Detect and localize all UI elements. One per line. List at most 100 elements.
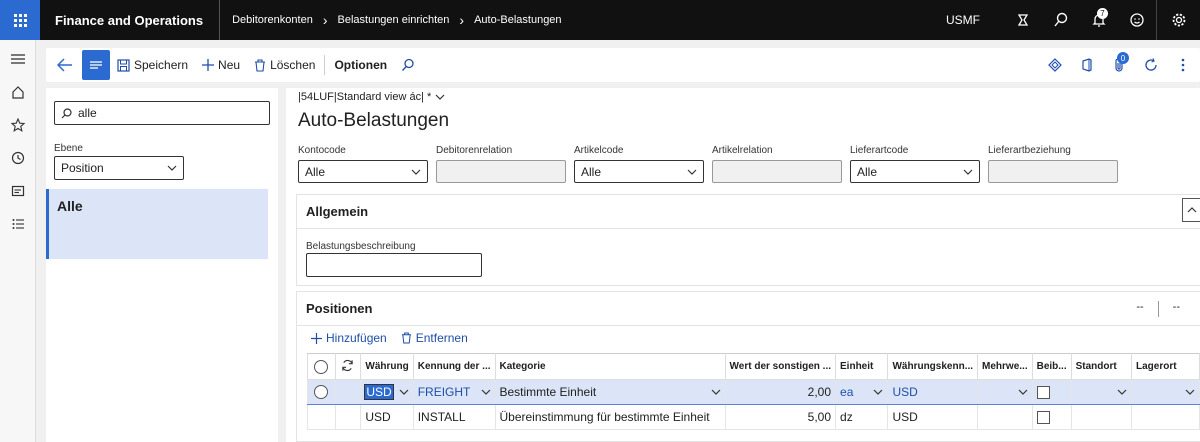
chevron-down-icon xyxy=(167,165,177,171)
breadcrumb-item[interactable]: Debitorenkonten xyxy=(232,14,313,26)
column-header[interactable]: Beib... xyxy=(1031,353,1072,380)
search-icon[interactable] xyxy=(1042,0,1080,40)
row-select-radio[interactable] xyxy=(307,379,336,405)
unit-value: ea xyxy=(840,385,854,399)
gear-icon[interactable] xyxy=(1156,0,1200,40)
filter-label: Lieferartbeziehung xyxy=(988,145,1071,156)
refresh-icon[interactable] xyxy=(1138,50,1164,80)
column-header[interactable]: Mehrwe... xyxy=(977,353,1033,380)
feedback-smiley-icon[interactable] xyxy=(1118,0,1156,40)
breadcrumb-item[interactable]: Belastungen einrichten xyxy=(338,14,450,26)
filter-label: Artikelcode xyxy=(574,145,624,156)
attachment-icon[interactable]: 0 xyxy=(1106,50,1132,80)
summary-value: -- xyxy=(1136,301,1144,313)
list-toggle-icon[interactable] xyxy=(82,50,110,80)
column-header[interactable]: Wert der sonstigen ... xyxy=(724,353,837,380)
workspaces-icon[interactable] xyxy=(0,174,36,207)
artikelcode-dropdown[interactable]: Alle xyxy=(574,160,704,183)
ebene-dropdown[interactable]: Position xyxy=(54,156,184,180)
filter-bar: Kontocode Alle Debitorenrelation Artikel… xyxy=(298,145,1118,183)
warehouse-cell[interactable] xyxy=(1131,404,1200,430)
more-options-icon[interactable] xyxy=(1170,50,1196,80)
keep-checkbox-cell[interactable] xyxy=(1031,379,1072,405)
favorites-star-icon[interactable] xyxy=(0,108,36,141)
delete-label: Löschen xyxy=(270,58,316,72)
column-header[interactable]: Lagerort xyxy=(1131,353,1200,380)
site-cell[interactable] xyxy=(1070,404,1133,430)
hamburger-menu-icon[interactable] xyxy=(0,42,36,75)
keep-checkbox[interactable] xyxy=(1036,411,1050,425)
kontocode-dropdown[interactable]: Alle xyxy=(298,160,428,183)
vat-cell[interactable] xyxy=(977,379,1033,405)
notifications-icon[interactable]: 7 xyxy=(1080,0,1118,40)
home-icon[interactable] xyxy=(0,75,36,108)
action-search-icon[interactable] xyxy=(394,50,422,80)
debitorenrelation-field[interactable] xyxy=(436,160,566,183)
general-section: Allgemein Belastungsbeschreibung xyxy=(296,194,1200,286)
warehouse-cell[interactable] xyxy=(1131,379,1200,405)
power-apps-icon[interactable] xyxy=(1042,50,1068,80)
lieferartbeziehung-field[interactable] xyxy=(988,160,1118,183)
app-title[interactable]: Finance and Operations xyxy=(40,0,221,40)
table-row[interactable]: USD INSTALL Übereinstimmung für bestimmt… xyxy=(307,404,1200,430)
list-item-selected[interactable]: Alle xyxy=(46,189,268,259)
options-tab[interactable]: Optionen xyxy=(327,50,394,80)
recent-clock-icon[interactable] xyxy=(0,141,36,174)
filter-label: Kontocode xyxy=(298,145,346,156)
currency-code-cell[interactable]: USD xyxy=(887,404,979,430)
positions-grid: Währung Kennung der ... Kategorie Wert d… xyxy=(307,353,1200,430)
charge-code-cell[interactable]: INSTALL xyxy=(412,404,496,430)
charge-code-cell[interactable]: FREIGHT xyxy=(412,379,496,405)
add-line-button[interactable]: Hinzufügen xyxy=(311,331,387,345)
category-cell[interactable]: Übereinstimmung für bestimmte Einheit xyxy=(494,404,726,430)
chevron-up-icon[interactable] xyxy=(1182,198,1200,222)
charge-value-cell[interactable]: 5,00 xyxy=(724,404,837,430)
table-row[interactable]: USD FREIGHT Bestimmte Einheit 2,00 ea US… xyxy=(307,379,1200,405)
column-header[interactable]: Einheit xyxy=(835,353,889,380)
artikelrelation-field[interactable] xyxy=(712,160,842,183)
delete-button[interactable]: Löschen xyxy=(247,50,322,80)
lieferartcode-dropdown[interactable]: Alle xyxy=(850,160,980,183)
section-summary: -- -- xyxy=(1136,301,1180,317)
description-input[interactable] xyxy=(306,253,482,277)
column-header[interactable]: Währung xyxy=(360,353,414,380)
currency-code-cell[interactable]: USD xyxy=(887,379,979,405)
row-select-cell[interactable] xyxy=(307,404,336,430)
copilot-icon[interactable] xyxy=(1004,0,1042,40)
column-header[interactable]: Kategorie xyxy=(494,353,726,380)
unit-cell[interactable]: dz xyxy=(835,404,889,430)
currency-cell[interactable]: USD xyxy=(360,379,414,405)
keep-checkbox-cell[interactable] xyxy=(1031,404,1072,430)
breadcrumb-item[interactable]: Auto-Belastungen xyxy=(474,14,561,26)
filter-debitorenrelation: Debitorenrelation xyxy=(436,145,566,183)
new-button[interactable]: Neu xyxy=(195,50,247,80)
save-icon xyxy=(117,58,130,72)
app-launcher-icon[interactable] xyxy=(0,0,40,40)
refresh-icon[interactable] xyxy=(334,353,362,380)
filter-lieferartcode: Lieferartcode Alle xyxy=(850,145,980,183)
column-header[interactable]: Währungskenn... xyxy=(887,353,979,380)
save-button[interactable]: Speichern xyxy=(110,50,195,80)
office-icon[interactable] xyxy=(1074,50,1100,80)
vat-cell[interactable] xyxy=(977,404,1033,430)
company-selector[interactable]: USMF xyxy=(946,13,980,27)
currency-cell[interactable]: USD xyxy=(360,404,414,430)
unit-cell[interactable]: ea xyxy=(835,379,889,405)
remove-line-button[interactable]: Entfernen xyxy=(401,331,468,345)
category-cell[interactable]: Bestimmte Einheit xyxy=(494,379,726,405)
charge-value-cell[interactable]: 2,00 xyxy=(724,379,837,405)
site-cell[interactable] xyxy=(1070,379,1133,405)
select-all-radio[interactable] xyxy=(307,353,336,380)
general-section-title[interactable]: Allgemein xyxy=(297,195,1200,219)
view-selector[interactable]: |54LUF|Standard view ác| * xyxy=(298,91,445,103)
modules-list-icon[interactable] xyxy=(0,207,36,240)
positions-section-title[interactable]: Positionen xyxy=(297,292,1200,316)
column-header[interactable]: Kennung der ... xyxy=(412,353,496,380)
column-header[interactable]: Standort xyxy=(1070,353,1133,380)
list-search-input[interactable]: alle xyxy=(54,101,270,125)
filter-value: Alle xyxy=(305,164,326,179)
keep-checkbox[interactable] xyxy=(1036,386,1050,400)
back-arrow-icon[interactable] xyxy=(50,50,80,80)
chevron-right-icon: › xyxy=(459,12,465,28)
currency-code-value: USD xyxy=(892,385,918,399)
